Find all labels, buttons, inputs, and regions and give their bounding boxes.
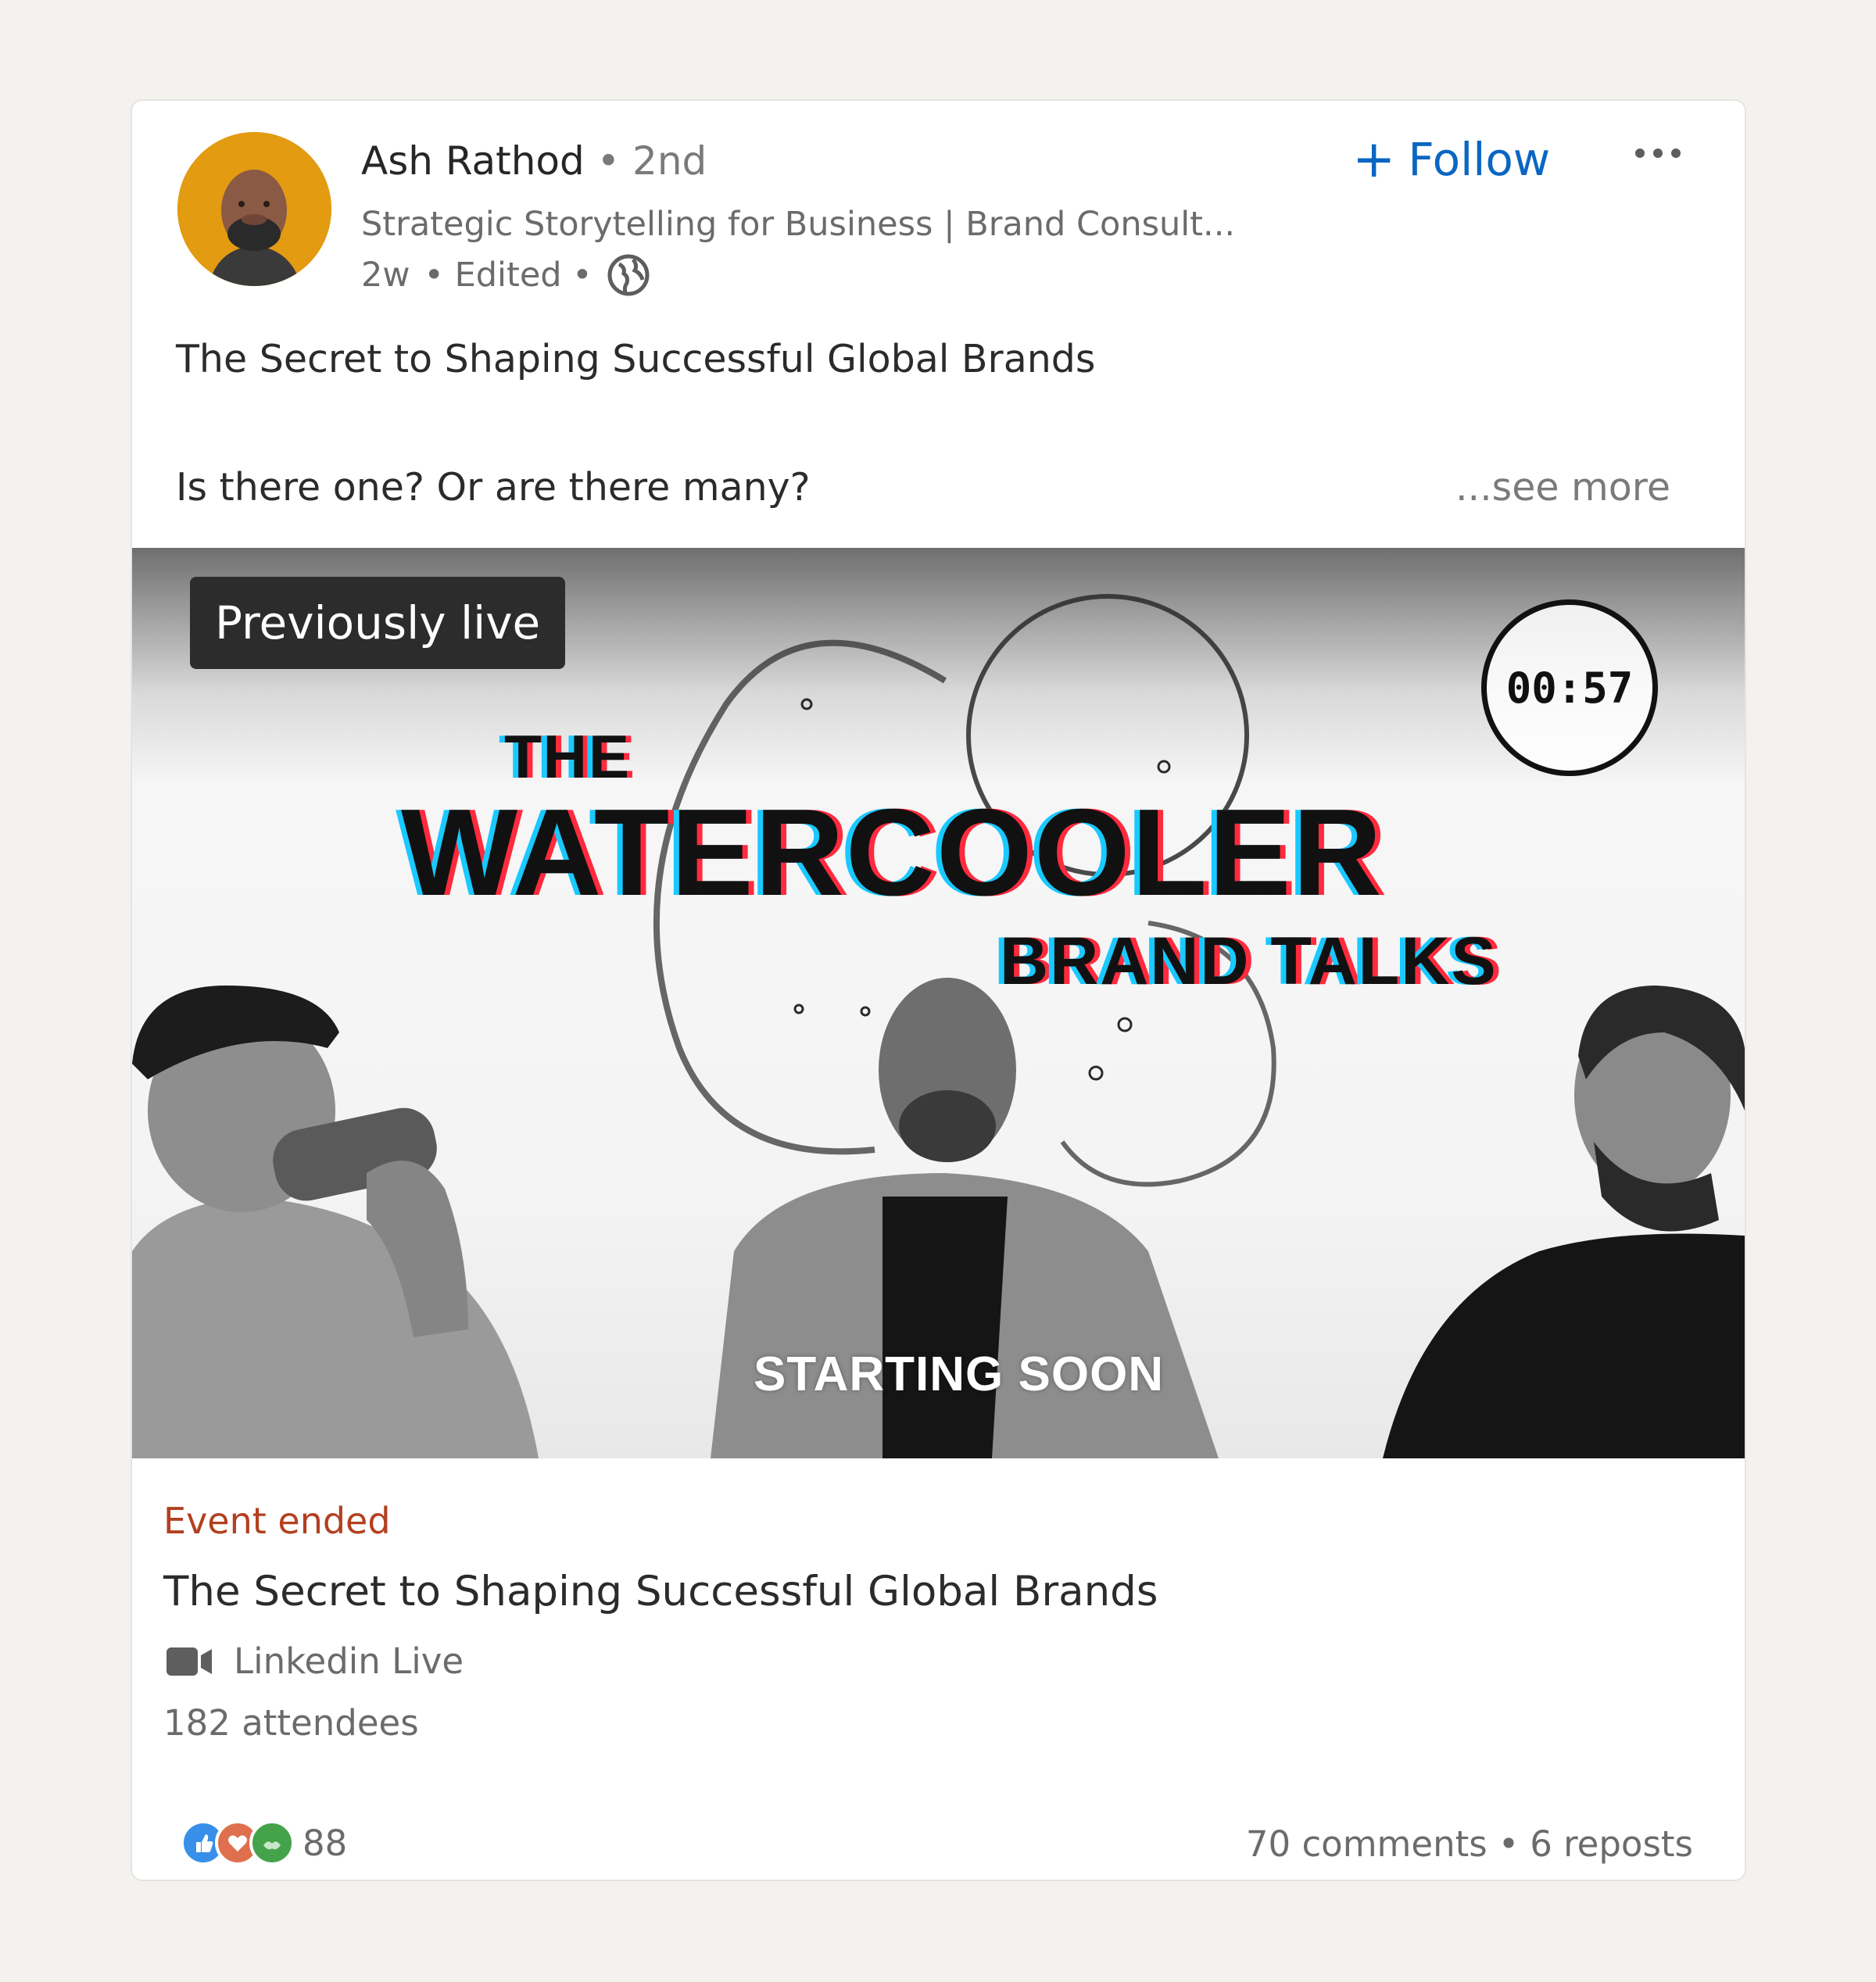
event-status: Event ended [163, 1500, 391, 1542]
see-more-link[interactable]: ...see more [1455, 465, 1670, 510]
support-icon [249, 1820, 295, 1866]
social-counts: 70 comments • 6 reposts [1246, 1823, 1693, 1865]
reactions-summary[interactable]: 88 [181, 1820, 347, 1866]
feed-post-card: Ash Rathod • 2nd Strategic Storytelling … [132, 101, 1745, 1880]
more-options-button[interactable] [1631, 134, 1685, 173]
attendee-count[interactable]: 182 attendees [163, 1702, 419, 1744]
follow-label: Follow [1408, 132, 1551, 186]
previously-live-badge: Previously live [190, 577, 566, 669]
follow-button[interactable]: + Follow [1352, 129, 1550, 189]
reposts-count[interactable]: 6 reposts [1530, 1823, 1693, 1865]
author-avatar[interactable] [177, 132, 331, 286]
starting-soon-caption: STARTING SOON [754, 1347, 1165, 1401]
post-text-line-2: Is there one? Or are there many? [176, 465, 811, 510]
edited-label: • Edited • [424, 256, 593, 295]
person-left-illustration [132, 986, 539, 1458]
globe-icon [607, 254, 650, 296]
post-text-line-1: The Secret to Shaping Successful Global … [176, 337, 1096, 381]
post-time: 2w [361, 256, 410, 295]
person-right-illustration [1383, 986, 1745, 1458]
event-type: Linkedin Live [165, 1640, 464, 1682]
author-name-line[interactable]: Ash Rathod • 2nd [361, 138, 707, 184]
countdown-timer: 00:57 [1481, 599, 1658, 776]
plus-icon: + [1352, 129, 1396, 189]
ellipsis-icon [1635, 148, 1681, 158]
event-video-thumbnail[interactable]: Previously live 00:57 THE WATERCOOLER BR… [132, 548, 1745, 1458]
show-title-main: WATERCOOLER [401, 784, 1384, 921]
event-type-label: Linkedin Live [234, 1640, 464, 1682]
author-name[interactable]: Ash Rathod [361, 138, 585, 184]
reaction-count: 88 [303, 1822, 348, 1864]
separator-dot: • [1498, 1823, 1520, 1865]
post-meta: 2w • Edited • [361, 253, 650, 297]
author-headline: Strategic Storytelling for Business | Br… [361, 205, 1236, 244]
avatar-portrait [177, 132, 331, 286]
comments-count[interactable]: 70 comments [1246, 1823, 1488, 1865]
event-title[interactable]: The Secret to Shaping Successful Global … [163, 1568, 1158, 1615]
video-camera-icon [166, 1647, 212, 1676]
show-title-sub: BRAND TALKS [1000, 924, 1498, 999]
connection-degree: • 2nd [596, 138, 707, 184]
